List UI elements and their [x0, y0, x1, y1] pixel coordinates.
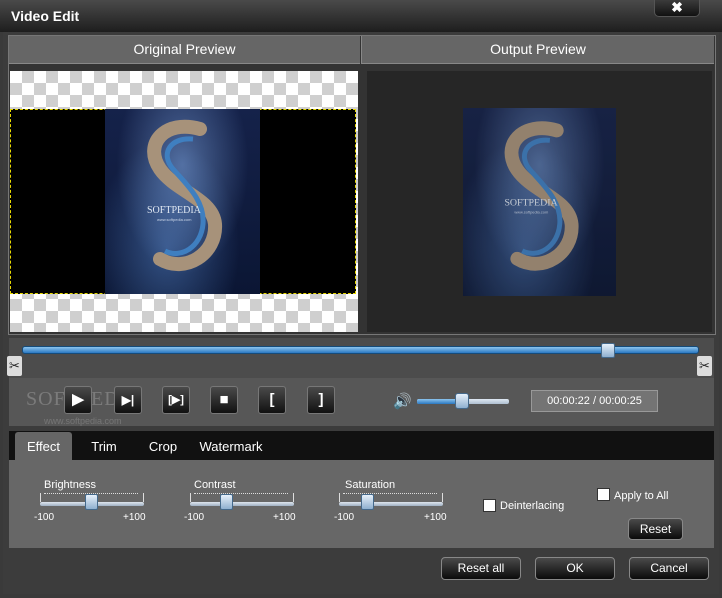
saturation-max-label: +100 — [424, 512, 447, 523]
brightness-min-label: -100 — [34, 512, 55, 523]
saturation-slider[interactable] — [339, 502, 443, 506]
brightness-max-label: +100 — [123, 512, 146, 523]
reset-button[interactable]: Reset — [628, 518, 683, 540]
apply-to-all-label: Apply to All — [614, 490, 669, 502]
close-button[interactable]: ✖ — [654, 0, 700, 17]
saturation-label: Saturation — [345, 479, 396, 491]
softpedia-overlay-url: www.softpedia.com — [44, 416, 122, 426]
tab-watermark[interactable]: Watermark — [196, 432, 266, 461]
trim-end-scissors-icon[interactable]: ✂ — [697, 356, 712, 376]
softpedia-url-watermark-output: www.softpedia.com — [514, 209, 549, 214]
saturation-min-label: -100 — [334, 512, 355, 523]
contrast-slider-thumb[interactable] — [220, 494, 233, 510]
contrast-label: Contrast — [194, 479, 236, 491]
contrast-tick-marks — [194, 493, 288, 497]
stop-button[interactable]: ■ — [210, 386, 238, 414]
timeline-track[interactable] — [22, 346, 699, 354]
mark-out-button[interactable]: ] — [307, 386, 335, 414]
contrast-max-label: +100 — [273, 512, 296, 523]
time-readout: 00:00:22 / 00:00:25 — [531, 390, 658, 412]
mark-in-button[interactable]: [ — [258, 386, 286, 414]
output-preview-label: Output Preview — [361, 36, 714, 64]
contrast-slider[interactable] — [190, 502, 294, 506]
brightness-label: Brightness — [44, 479, 96, 491]
original-preview-label: Original Preview — [9, 36, 360, 64]
tab-effect[interactable]: Effect — [15, 432, 72, 461]
volume-icon[interactable]: 🔊 — [393, 392, 412, 410]
deinterlacing-checkbox[interactable] — [483, 499, 496, 512]
saturation-slider-thumb[interactable] — [361, 494, 374, 510]
reset-all-button[interactable]: Reset all — [441, 557, 521, 580]
apply-to-all-checkbox[interactable] — [597, 488, 610, 501]
trim-start-scissors-icon[interactable]: ✂ — [7, 356, 22, 376]
tab-crop[interactable]: Crop — [140, 432, 186, 461]
original-video-frame: SOFTPEDIA www.softpedia.com — [105, 109, 260, 294]
softpedia-watermark-output: SOFTPEDIA — [504, 197, 558, 208]
tab-trim[interactable]: Trim — [80, 432, 128, 461]
cancel-button[interactable]: Cancel — [629, 557, 709, 580]
output-video-frame: SOFTPEDIA www.softpedia.com — [463, 108, 616, 296]
softpedia-url-watermark: www.softpedia.com — [157, 217, 192, 222]
playhead-handle[interactable] — [601, 343, 615, 358]
saturation-tick-marks — [343, 493, 437, 497]
brightness-slider-thumb[interactable] — [85, 494, 98, 510]
contrast-min-label: -100 — [184, 512, 205, 523]
next-frame-button[interactable]: ▶| — [114, 386, 142, 414]
ok-button[interactable]: OK — [535, 557, 615, 580]
play-button[interactable]: ▶ — [64, 386, 92, 414]
softpedia-watermark: SOFTPEDIA — [147, 205, 202, 216]
deinterlacing-label: Deinterlacing — [500, 500, 565, 512]
window-title: Video Edit — [11, 8, 80, 24]
volume-slider-thumb[interactable] — [455, 393, 469, 409]
jump-button[interactable]: [▶] — [162, 386, 190, 414]
title-bar — [0, 0, 722, 32]
